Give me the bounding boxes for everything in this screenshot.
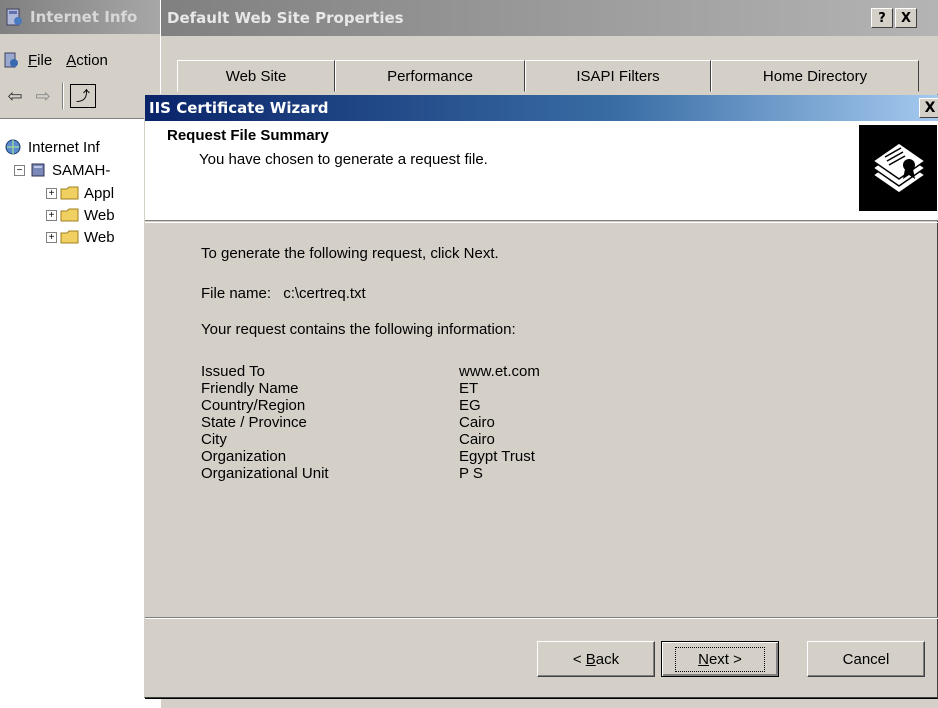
properties-close-button[interactable]: X bbox=[895, 8, 917, 28]
info-value: EG bbox=[459, 397, 481, 414]
console-icon[interactable] bbox=[2, 51, 20, 69]
mmc-toolbar: ⇦ ⇨ ⤴ bbox=[0, 78, 160, 114]
info-value: www.et.com bbox=[459, 363, 540, 380]
tree-item-label: Web bbox=[84, 228, 115, 246]
tree-item-server[interactable]: − SAMAH- bbox=[14, 160, 110, 180]
info-label: State / Province bbox=[201, 414, 307, 431]
request-info-table: Issued To www.et.com Friendly Name ET Coun… bbox=[201, 363, 540, 482]
info-value: ET bbox=[459, 380, 479, 397]
info-intro-text: Your request contains the following info… bbox=[201, 321, 516, 338]
expand-icon[interactable]: + bbox=[46, 187, 57, 199]
info-row: Issued To www.et.com bbox=[201, 363, 540, 380]
properties-title-text: Default Web Site Properties bbox=[167, 9, 404, 27]
next-button-accel: N bbox=[698, 650, 709, 668]
next-button-rest: ext > bbox=[708, 650, 742, 668]
info-label: Friendly Name bbox=[201, 380, 299, 397]
folder-icon bbox=[60, 208, 79, 222]
info-value: Egypt Trust bbox=[459, 448, 535, 465]
certificate-icon bbox=[859, 125, 937, 211]
info-value: P S bbox=[459, 465, 483, 482]
console-tree[interactable]: Internet Inf − SAMAH- + Appl + Web + Web bbox=[0, 118, 160, 708]
menu-action[interactable]: Action bbox=[66, 52, 108, 69]
back-button-rest: ack bbox=[595, 650, 620, 668]
wizard-title-text: IIS Certificate Wizard bbox=[149, 99, 329, 117]
up-one-level-icon[interactable]: ⤴ bbox=[70, 84, 96, 108]
file-name-value: c:\certreq.txt bbox=[283, 285, 366, 302]
footer-divider bbox=[145, 617, 938, 619]
info-value: Cairo bbox=[459, 431, 495, 448]
expand-icon[interactable]: + bbox=[46, 209, 57, 221]
back-arrow-icon[interactable]: ⇦ bbox=[2, 83, 28, 109]
tab-isapi-filters[interactable]: ISAPI Filters bbox=[525, 60, 711, 92]
wizard-subheading: You have chosen to generate a request fi… bbox=[199, 151, 488, 168]
tab-web-site[interactable]: Web Site bbox=[177, 60, 335, 92]
back-button[interactable]: < Back bbox=[537, 641, 655, 677]
server-icon bbox=[31, 163, 45, 177]
file-name-row: File name: c:\certreq.txt bbox=[201, 285, 366, 302]
tree-item-label: Internet Inf bbox=[28, 138, 100, 156]
collapse-icon[interactable]: − bbox=[14, 164, 25, 176]
tree-item-web-sites[interactable]: + Web bbox=[46, 205, 115, 225]
tree-item-label: Appl bbox=[84, 184, 115, 202]
info-label: City bbox=[201, 431, 227, 448]
help-button[interactable]: ? bbox=[871, 8, 893, 28]
tab-performance[interactable]: Performance bbox=[335, 60, 525, 92]
tree-item-web-extensions[interactable]: + Web bbox=[46, 227, 115, 247]
iis-globe-icon bbox=[5, 139, 21, 155]
info-value: Cairo bbox=[459, 414, 495, 431]
back-button-prefix: < bbox=[572, 650, 586, 668]
info-row: Country/Region EG bbox=[201, 397, 540, 414]
mmc-title-bar[interactable]: Internet Info bbox=[0, 0, 165, 34]
info-label: Organizational Unit bbox=[201, 465, 329, 482]
info-row: Organizational Unit P S bbox=[201, 465, 540, 482]
info-row: Organization Egypt Trust bbox=[201, 448, 540, 465]
back-button-accel: B bbox=[585, 650, 596, 668]
wizard-title-bar[interactable]: IIS Certificate Wizard bbox=[145, 95, 938, 121]
wizard-header: Request File Summary You have chosen to … bbox=[145, 121, 938, 221]
menu-file[interactable]: File bbox=[28, 52, 52, 69]
folder-icon bbox=[60, 230, 79, 244]
next-button-focus: Next > bbox=[675, 646, 765, 672]
certificate-wizard-dialog: IIS Certificate Wizard X Request File Su… bbox=[144, 94, 938, 698]
wizard-heading: Request File Summary bbox=[167, 127, 329, 144]
next-button[interactable]: Next > bbox=[661, 641, 779, 677]
folder-icon bbox=[60, 186, 79, 200]
mmc-title-text: Internet Info bbox=[30, 8, 138, 26]
tree-item-app-pools[interactable]: + Appl bbox=[46, 183, 114, 203]
tab-home-directory[interactable]: Home Directory bbox=[711, 60, 919, 92]
properties-title-bar[interactable]: Default Web Site Properties bbox=[161, 0, 938, 36]
info-row: State / Province Cairo bbox=[201, 414, 540, 431]
info-label: Country/Region bbox=[201, 397, 306, 414]
expand-icon[interactable]: + bbox=[46, 231, 57, 243]
instruction-text: To generate the following request, click… bbox=[201, 245, 499, 262]
header-divider bbox=[145, 222, 938, 223]
info-row: Friendly Name ET bbox=[201, 380, 540, 397]
file-name-label: File name: bbox=[201, 285, 272, 302]
cancel-button[interactable]: Cancel bbox=[807, 641, 925, 677]
properties-tab-strip: Web Site Performance ISAPI Filters Home … bbox=[177, 60, 919, 92]
iis-app-icon bbox=[6, 8, 22, 26]
wizard-close-button[interactable]: X bbox=[919, 98, 938, 118]
forward-arrow-icon[interactable]: ⇨ bbox=[30, 83, 56, 109]
info-label: Organization bbox=[201, 448, 287, 465]
tree-item-label: SAMAH- bbox=[52, 161, 111, 179]
tree-item-iis-root[interactable]: Internet Inf bbox=[4, 137, 100, 157]
info-row: City Cairo bbox=[201, 431, 540, 448]
toolbar-separator bbox=[62, 83, 64, 109]
tree-item-label: Web bbox=[84, 206, 115, 224]
info-label: Issued To bbox=[201, 363, 265, 380]
mmc-menu-bar: File Action bbox=[0, 48, 160, 72]
